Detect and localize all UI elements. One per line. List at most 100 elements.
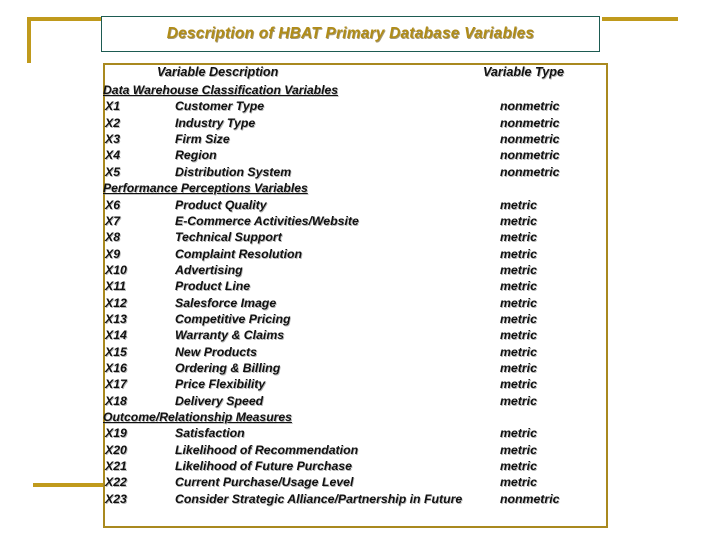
variable-type: metric [500,197,537,212]
variable-code: X23 [105,491,127,506]
variable-description: Advertising [175,262,243,277]
variable-description: Satisfaction [175,426,245,441]
table-row: X15 New Products metric [103,344,720,360]
variable-code: X7 [105,213,121,228]
column-header-description: Variable Description [157,65,279,79]
table-row: X4 Region nonmetric [103,147,720,163]
variable-code: X14 [105,328,127,343]
variable-description: Product Line [175,279,251,294]
slide-title-box: Description of HBAT Primary Database Var… [101,16,600,52]
variable-description: Price Flexibility [175,377,266,392]
variable-description: Technical Support [175,230,282,245]
table-section-heading-row: Performance Perceptions Variables [103,180,720,196]
variable-description: Likelihood of Future Purchase [175,459,352,474]
table-row: X1 Customer Type nonmetric [103,98,720,114]
variable-description: Distribution System [175,164,292,179]
table-row: X9 Complaint Resolution metric [103,246,720,262]
variable-code: X6 [105,197,121,212]
variable-description: Firm Size [175,132,230,147]
variable-description: Product Quality [175,197,267,212]
variable-type: metric [500,344,537,359]
variable-code: X1 [105,99,121,114]
variable-type: metric [500,475,537,490]
table-row: X23 Consider Strategic Alliance/Partnersh… [103,491,720,507]
gold-bracket-top-left [27,17,103,21]
variable-type: metric [500,442,537,457]
table-row: X18 Delivery Speed metric [103,393,720,409]
variable-code: X13 [105,311,127,326]
variable-type: metric [500,459,537,474]
section-heading: Outcome/Relationship Measures [103,409,292,424]
variable-type: nonmetric [500,132,560,147]
gold-bracket-vertical-left [27,17,31,63]
variable-type: metric [500,279,537,294]
variable-description: Current Purchase/Usage Level [175,475,354,490]
variable-type: nonmetric [500,491,560,506]
table-row: X14 Warranty & Claims metric [103,327,720,343]
variable-code: X4 [105,148,121,163]
gold-rule-bottom-left [33,483,103,487]
table-header-row: Variable Description Variable Type [103,63,720,82]
variable-type: metric [500,360,537,375]
table-row: X7 E-Commerce Activities/Website metric [103,213,720,229]
variable-code: X16 [105,360,127,375]
table-row: X10 Advertising metric [103,262,720,278]
variable-type: metric [500,246,537,261]
variable-type: metric [500,213,537,228]
table-row: X3 Firm Size nonmetric [103,131,720,147]
table-row: X5 Distribution System nonmetric [103,164,720,180]
variable-description: Competitive Pricing [175,311,291,326]
variable-description: Industry Type [175,115,256,130]
variable-code: X21 [105,459,127,474]
variable-code: X8 [105,230,121,245]
variable-description: Delivery Speed [175,393,264,408]
column-header-type: Variable Type [483,65,564,79]
variable-code: X2 [105,115,121,130]
variable-code: X9 [105,246,121,261]
table-section-heading-row: Outcome/Relationship Measures [103,409,720,425]
variable-code: X15 [105,344,127,359]
table-row: X13 Competitive Pricing metric [103,311,720,327]
table-row: X17 Price Flexibility metric [103,376,720,392]
variable-code: X18 [105,393,127,408]
variable-code: X3 [105,132,121,147]
table-row: X22 Current Purchase/Usage Level metric [103,474,720,490]
variable-description: New Products [175,344,257,359]
variable-code: X5 [105,164,121,179]
variable-type: nonmetric [500,99,560,114]
variable-description: E-Commerce Activities/Website [175,213,359,228]
variable-type: metric [500,262,537,277]
variable-type: metric [500,377,537,392]
variables-table: Variable Description Variable Type Data Wa… [103,63,720,528]
table-section-heading-row: Data Warehouse Classification Variables [103,82,720,98]
variable-code: X12 [105,295,127,310]
variable-type: metric [500,426,537,441]
variable-type: nonmetric [500,115,560,130]
variable-description: Warranty & Claims [175,328,285,343]
variable-code: X20 [105,442,127,457]
variable-code: X17 [105,377,127,392]
table-row: X2 Industry Type nonmetric [103,115,720,131]
table-row: X8 Technical Support metric [103,229,720,245]
variable-type: metric [500,393,537,408]
table-row: X21 Likelihood of Future Purchase metric [103,458,720,474]
variable-description: Consider Strategic Alliance/Partnership … [175,491,463,506]
page-title: Description of HBAT Primary Database Var… [166,25,535,42]
gold-rule-top-right [602,17,678,21]
variable-description: Likelihood of Recommendation [175,442,359,457]
table-row: X16 Ordering & Billing metric [103,360,720,376]
variable-description: Ordering & Billing [175,360,281,375]
table-row: X6 Product Quality metric [103,197,720,213]
variable-description: Salesforce Image [175,295,277,310]
variable-description: Complaint Resolution [175,246,303,261]
variable-type: nonmetric [500,148,560,163]
variable-code: X19 [105,426,127,441]
variable-type: metric [500,328,537,343]
section-heading: Data Warehouse Classification Variables [103,83,339,97]
table-row: X11 Product Line metric [103,278,720,294]
variable-code: X22 [105,475,127,490]
variable-description: Region [175,148,217,163]
variable-type: metric [500,230,537,245]
variable-type: metric [500,295,537,310]
table-row: X20 Likelihood of Recommendation metric [103,442,720,458]
